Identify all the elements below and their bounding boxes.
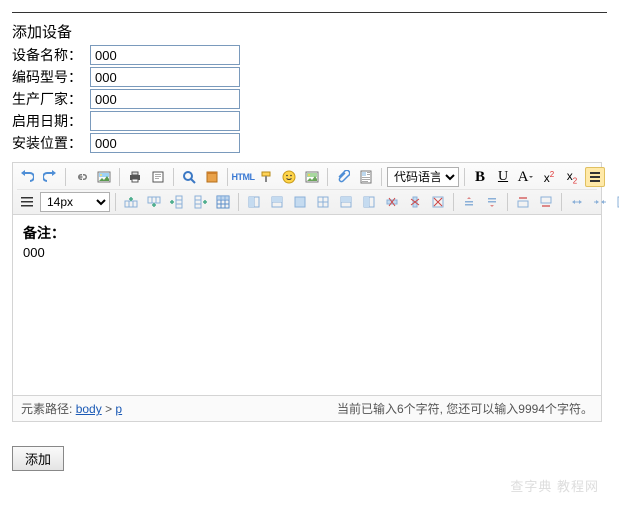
path-body-link[interactable]: body [76,402,102,416]
toolbar-row-1: HTML 代码语言 B U A [17,165,597,189]
toolbar-row-2: 14px [17,189,597,214]
image-icon[interactable] [94,167,114,187]
table-icon[interactable] [213,192,233,212]
delete-row-icon[interactable] [382,192,402,212]
delete-col-icon[interactable] [405,192,425,212]
print-icon[interactable] [125,167,145,187]
narrow-icon[interactable] [590,192,610,212]
rich-editor: HTML 代码语言 B U A [12,162,602,422]
label-name: 设备名称： [12,45,90,65]
font-size-select[interactable]: 14px [40,192,110,212]
row-maker: 生产厂家： [12,88,607,110]
editor-toolbar: HTML 代码语言 B U A [13,163,601,215]
insert-col-after-icon[interactable] [190,192,210,212]
template-icon[interactable] [356,167,376,187]
code-language-select[interactable]: 代码语言 [387,167,459,187]
input-name[interactable] [90,45,240,65]
insert-row-before-icon[interactable] [121,192,141,212]
char-count: 当前已输入6个字符, 您还可以输入9994个字符。 [337,400,593,417]
row-name: 设备名称： [12,44,607,66]
split-cols-icon[interactable] [359,192,379,212]
input-place[interactable] [90,133,240,153]
source-html-icon[interactable]: HTML [233,167,253,187]
insert-col-before-icon[interactable] [167,192,187,212]
insert-row-after-icon[interactable] [144,192,164,212]
fullscreen-icon[interactable] [202,167,222,187]
redo-icon[interactable] [40,167,60,187]
preview-icon[interactable] [148,167,168,187]
editor-content-area[interactable]: 备注： 000 [13,215,601,395]
remark-label: 备注： [23,223,591,243]
split-cells-icon[interactable] [313,192,333,212]
path-p-link[interactable]: p [115,402,122,416]
underline-icon[interactable]: U [493,167,513,187]
image2-icon[interactable] [302,167,322,187]
remark-content: 000 [23,245,591,260]
caption-top-icon[interactable] [513,192,533,212]
highlight-icon[interactable] [585,167,605,187]
merge-down-icon[interactable] [244,192,264,212]
para-before-icon[interactable] [459,192,479,212]
label-model: 编码型号： [12,67,90,87]
font-color-icon[interactable]: A [516,167,536,187]
delete-table-icon[interactable] [428,192,448,212]
superscript-icon[interactable]: x2 [539,167,559,187]
link-icon[interactable] [71,167,91,187]
top-divider [12,12,607,13]
watermark: 查字典 教程网 [510,476,599,495]
row-place: 安装位置： [12,132,607,154]
submit-button[interactable]: 添加 [12,446,64,471]
caption-bottom-icon[interactable] [536,192,556,212]
split-rows-icon[interactable] [336,192,356,212]
widen-icon[interactable] [567,192,587,212]
merge-cells-icon[interactable] [290,192,310,212]
align-justify-icon[interactable] [17,192,37,212]
undo-icon[interactable] [17,167,37,187]
label-maker: 生产厂家： [12,89,90,109]
label-date: 启用日期： [12,111,90,131]
para-after-icon[interactable] [482,192,502,212]
label-place: 安装位置： [12,133,90,153]
emoji-icon[interactable] [279,167,299,187]
format-painter-icon[interactable] [256,167,276,187]
average-cols-icon[interactable] [613,192,619,212]
row-date: 启用日期： [12,110,607,132]
input-maker[interactable] [90,89,240,109]
bold-icon[interactable]: B [470,167,490,187]
input-date[interactable] [90,111,240,131]
element-path: 元素路径: body > p [21,400,122,417]
editor-status-bar: 元素路径: body > p 当前已输入6个字符, 您还可以输入9994个字符。 [13,395,601,421]
magnifier-icon[interactable] [179,167,199,187]
attachment-icon[interactable] [333,167,353,187]
row-model: 编码型号： [12,66,607,88]
subscript-icon[interactable]: x2 [562,167,582,187]
merge-right-icon[interactable] [267,192,287,212]
input-model[interactable] [90,67,240,87]
page-title: 添加设备 [12,21,607,42]
